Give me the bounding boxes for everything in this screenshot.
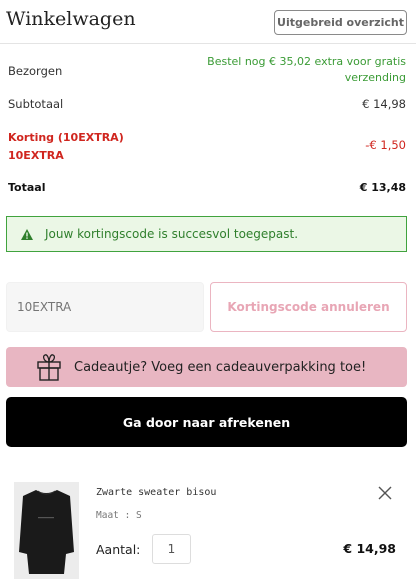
total-label: Totaal	[8, 181, 46, 194]
subtotal-value: € 14,98	[362, 97, 406, 111]
discount-code: 10EXTRA	[8, 149, 64, 162]
discount-value: -€ 1,50	[365, 138, 406, 152]
discount-row: Korting (10EXTRA) 10EXTRA -€ 1,50	[8, 129, 406, 165]
total-value: € 13,48	[359, 181, 406, 194]
close-icon[interactable]	[376, 484, 394, 502]
warning-icon	[21, 228, 33, 240]
cart-item: Zwarte sweater bisou Maat : S Aantal: € …	[0, 470, 416, 582]
product-image[interactable]	[14, 482, 79, 579]
discount-label: Korting (10EXTRA)	[8, 131, 124, 144]
page-title: Winkelwagen	[6, 8, 136, 30]
delivery-label: Bezorgen	[8, 64, 63, 78]
product-name[interactable]: Zwarte sweater bisou	[96, 487, 216, 498]
coupon-success-alert: Jouw kortingscode is succesvol toegepast…	[6, 216, 407, 252]
detailed-overview-button[interactable]: Uitgebreid overzicht	[274, 10, 407, 35]
cart-header: Winkelwagen Uitgebreid overzicht	[0, 0, 416, 44]
product-size: Maat : S	[96, 510, 142, 521]
subtotal-row: Subtotaal € 14,98	[8, 97, 406, 111]
delivery-value: Bestel nog € 35,02 extra voor gratis ver…	[207, 55, 406, 84]
quantity-input[interactable]	[152, 534, 191, 564]
checkout-button[interactable]: Ga door naar afrekenen	[6, 397, 407, 447]
quantity-label: Aantal:	[96, 542, 141, 557]
gift-icon	[37, 354, 61, 381]
product-price: € 14,98	[343, 541, 396, 556]
discount-label-group: Korting (10EXTRA) 10EXTRA	[8, 129, 124, 165]
success-text: Jouw kortingscode is succesvol toegepast…	[45, 227, 299, 241]
total-row: Totaal € 13,48	[8, 181, 406, 194]
cancel-coupon-button[interactable]: Kortingscode annuleren	[210, 282, 407, 332]
gift-wrap-option[interactable]: Cadeautje? Voeg een cadeauverpakking toe…	[6, 347, 407, 387]
gift-label: Cadeautje? Voeg een cadeauverpakking toe…	[74, 359, 367, 375]
subtotal-label: Subtotaal	[8, 97, 64, 111]
coupon-code-input[interactable]	[6, 282, 204, 332]
delivery-row: Bezorgen Bestel nog € 35,02 extra voor g…	[8, 54, 406, 88]
